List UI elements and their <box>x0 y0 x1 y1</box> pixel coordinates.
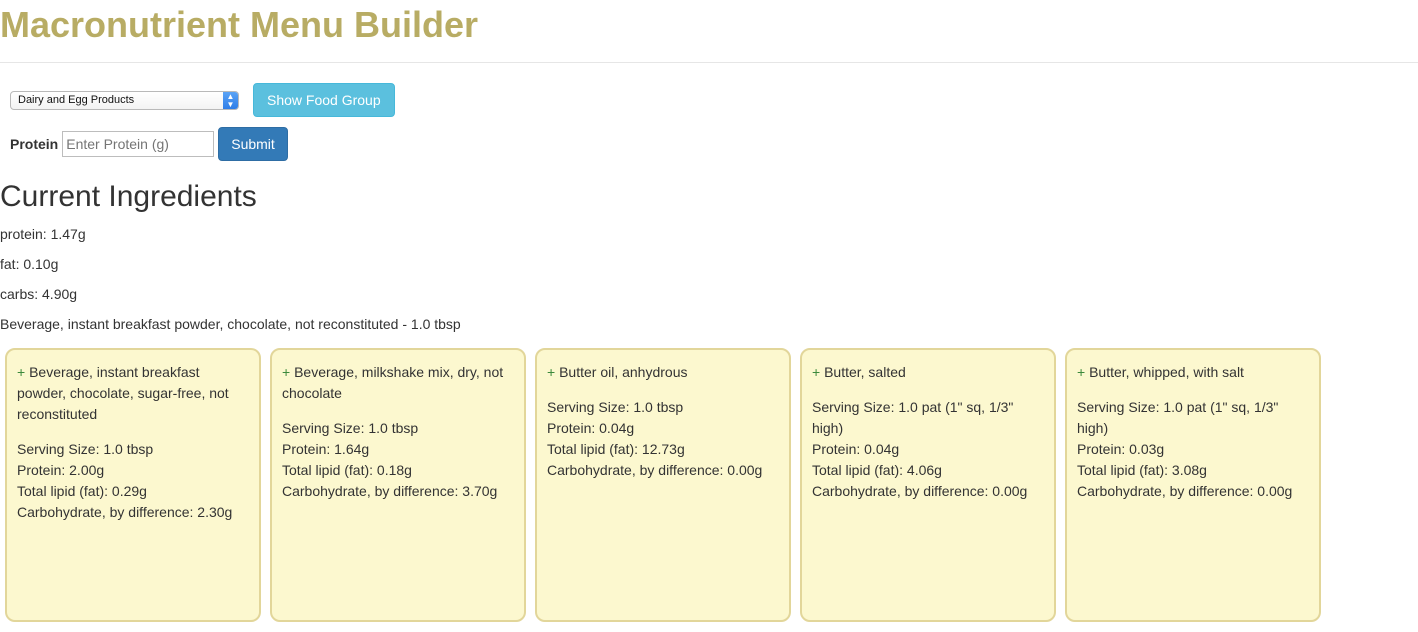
add-icon[interactable]: + <box>547 364 555 380</box>
serving-size: Serving Size: 1.0 pat (1" sq, 1/3" high) <box>812 399 1014 436</box>
protein-value: Protein: 0.04g <box>547 420 635 436</box>
food-card-title[interactable]: + Beverage, milkshake mix, dry, not choc… <box>282 362 514 404</box>
protein-value: Protein: 0.03g <box>1077 441 1165 457</box>
food-card: + Butter oil, anhydrous Serving Size: 1.… <box>535 348 791 622</box>
food-group-selected: Dairy and Egg Products <box>18 93 135 106</box>
fat-value: Total lipid (fat): 4.06g <box>812 462 942 478</box>
food-name: Beverage, milkshake mix, dry, not chocol… <box>282 364 504 401</box>
food-card: + Butter, whipped, with salt Serving Siz… <box>1065 348 1321 622</box>
show-food-group-button[interactable]: Show Food Group <box>253 83 395 117</box>
serving-size: Serving Size: 1.0 pat (1" sq, 1/3" high) <box>1077 399 1279 436</box>
protein-row: Protein Submit <box>10 127 288 161</box>
header: Macronutrient Menu Builder <box>0 0 1418 63</box>
fat-value: Total lipid (fat): 0.29g <box>17 483 147 499</box>
fat-value: Total lipid (fat): 3.08g <box>1077 462 1207 478</box>
serving-size: Serving Size: 1.0 tbsp <box>547 399 684 415</box>
food-card: + Beverage, instant breakfast powder, ch… <box>5 348 261 622</box>
app-title: Macronutrient Menu Builder <box>0 4 479 45</box>
current-protein: protein: 1.47g <box>0 226 86 242</box>
add-icon[interactable]: + <box>17 364 25 380</box>
protein-input[interactable] <box>62 131 215 157</box>
food-card-title[interactable]: + Butter, salted <box>812 362 1044 383</box>
food-group-row: Dairy and Egg Products ▲ ▼ Show Food Grou… <box>10 83 395 117</box>
carbs-value: Carbohydrate, by difference: 2.30g <box>17 504 233 520</box>
protein-value: Protein: 1.64g <box>282 441 370 457</box>
food-card-title[interactable]: + Beverage, instant breakfast powder, ch… <box>17 362 249 425</box>
fat-value: Total lipid (fat): 12.73g <box>547 441 685 457</box>
add-icon[interactable]: + <box>282 364 290 380</box>
fat-value: Total lipid (fat): 0.18g <box>282 462 412 478</box>
food-name: Beverage, instant breakfast powder, choc… <box>17 364 229 422</box>
current-ingredient-item: Beverage, instant breakfast powder, choc… <box>0 316 461 332</box>
carbs-value: Carbohydrate, by difference: 0.00g <box>1077 483 1293 499</box>
carbs-value: Carbohydrate, by difference: 0.00g <box>547 462 763 478</box>
protein-value: Protein: 2.00g <box>17 462 105 478</box>
current-fat: fat: 0.10g <box>0 256 59 272</box>
food-card-list: + Beverage, instant breakfast powder, ch… <box>5 348 1330 622</box>
serving-size: Serving Size: 1.0 tbsp <box>17 441 154 457</box>
food-card: + Butter, salted Serving Size: 1.0 pat (… <box>800 348 1056 622</box>
food-name: Butter, salted <box>824 364 906 380</box>
food-card: + Beverage, milkshake mix, dry, not choc… <box>270 348 526 622</box>
food-group-select[interactable]: Dairy and Egg Products ▲ ▼ <box>10 90 239 110</box>
current-ingredients-heading: Current Ingredients <box>0 180 257 213</box>
food-card-title[interactable]: + Butter oil, anhydrous <box>547 362 779 383</box>
submit-button[interactable]: Submit <box>218 127 288 161</box>
controls: Dairy and Egg Products ▲ ▼ Show Food Grou… <box>10 83 395 161</box>
add-icon[interactable]: + <box>812 364 820 380</box>
current-carbs: carbs: 4.90g <box>0 286 78 302</box>
protein-value: Protein: 0.04g <box>812 441 900 457</box>
carbs-value: Carbohydrate, by difference: 3.70g <box>282 483 498 499</box>
carbs-value: Carbohydrate, by difference: 0.00g <box>812 483 1028 499</box>
add-icon[interactable]: + <box>1077 364 1085 380</box>
food-name: Butter, whipped, with salt <box>1089 364 1244 380</box>
up-down-chevron-icon: ▲ ▼ <box>223 91 238 109</box>
protein-label: Protein <box>10 136 59 152</box>
food-name: Butter oil, anhydrous <box>559 364 688 380</box>
food-card-title[interactable]: + Butter, whipped, with salt <box>1077 362 1309 383</box>
serving-size: Serving Size: 1.0 tbsp <box>282 420 419 436</box>
